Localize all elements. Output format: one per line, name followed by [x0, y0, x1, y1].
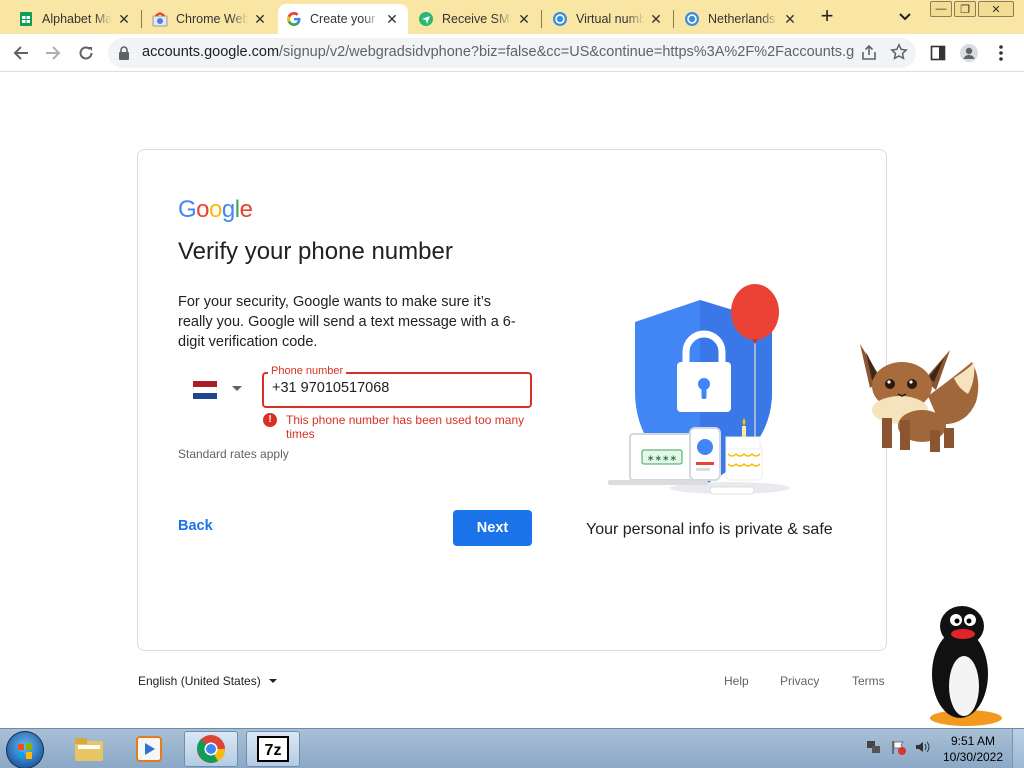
tab-virtual-number[interactable]: Virtual numb ✕	[544, 4, 672, 34]
back-arrow-icon[interactable]	[10, 42, 32, 64]
tab-title: Netherlands	[708, 12, 776, 26]
tab-title: Receive SMS	[442, 12, 512, 26]
tab-separator	[141, 10, 142, 28]
browser-toolbar: accounts.google.com/signup/v2/webgradsid…	[0, 34, 1024, 72]
chat-bubble-icon	[552, 11, 568, 27]
chevron-down-icon	[268, 679, 277, 683]
chat-bubble-icon	[684, 11, 700, 27]
pingu-sticker	[930, 606, 1002, 726]
country-dropdown-caret-icon[interactable]	[232, 386, 242, 391]
logo-letter: g	[221, 196, 235, 223]
taskbar-clock[interactable]: 9:51 AM 10/30/2022	[940, 733, 1006, 765]
close-icon[interactable]: ✕	[252, 11, 268, 28]
window-controls: — ❐ ✕	[928, 1, 1014, 17]
7zip-logo-text: 7z	[265, 742, 282, 759]
system-tray	[866, 739, 930, 760]
phone-number-field[interactable]	[262, 372, 532, 408]
volume-icon[interactable]	[914, 739, 930, 760]
logo-letter: e	[239, 196, 253, 223]
url-host: accounts.google.com	[142, 44, 280, 60]
star-icon[interactable]	[890, 43, 908, 66]
restore-button[interactable]: ❐	[954, 1, 976, 17]
terms-link[interactable]: Terms	[852, 674, 885, 688]
error-text: This phone number has been used too many…	[286, 413, 525, 441]
profile-icon[interactable]	[958, 42, 980, 64]
media-player-icon[interactable]	[122, 731, 176, 767]
privacy-caption: Your personal info is private & safe	[586, 521, 833, 538]
close-window-button[interactable]: ✕	[978, 1, 1014, 17]
google-g-icon	[286, 11, 302, 27]
back-button[interactable]: Back	[172, 514, 219, 538]
next-button[interactable]: Next	[453, 510, 532, 546]
file-explorer-icon[interactable]	[62, 731, 116, 767]
tab-title: Chrome Web	[176, 12, 248, 26]
tab-separator	[541, 10, 542, 28]
share-icon[interactable]	[860, 44, 878, 67]
clock-time: 9:51 AM	[950, 734, 996, 748]
logo-letter: o	[196, 196, 210, 223]
sheets-icon	[18, 11, 34, 27]
phone-number-label: Phone number	[268, 365, 347, 377]
forward-arrow-icon[interactable]	[42, 42, 64, 64]
language-label: English (United States)	[138, 674, 261, 688]
close-icon[interactable]: ✕	[384, 11, 400, 28]
close-icon[interactable]: ✕	[516, 11, 532, 28]
tab-title: Create your	[310, 12, 376, 26]
logo-letter: G	[178, 196, 197, 223]
address-bar[interactable]: accounts.google.com/signup/v2/webgradsid…	[108, 38, 916, 68]
minimize-button[interactable]: —	[930, 1, 952, 17]
privacy-link[interactable]: Privacy	[780, 674, 819, 688]
page-description: For your security, Google wants to make …	[178, 294, 516, 350]
7zip-icon[interactable]: 7z	[246, 731, 300, 767]
page-title: Verify your phone number	[178, 238, 453, 265]
close-icon[interactable]: ✕	[116, 11, 132, 28]
close-icon[interactable]: ✕	[648, 11, 664, 28]
tab-alphabet[interactable]: Alphabet Ma ✕	[10, 4, 140, 34]
help-link[interactable]: Help	[724, 674, 749, 688]
rates-note: Standard rates apply	[178, 447, 289, 461]
tab-netherlands[interactable]: Netherlands ✕	[676, 4, 806, 34]
start-button[interactable]	[6, 731, 44, 768]
chrome-web-store-icon	[152, 11, 168, 27]
clock-date: 10/30/2022	[942, 750, 1004, 764]
reload-icon[interactable]	[75, 42, 97, 64]
sms-icon	[418, 11, 434, 27]
eevee-sticker	[860, 344, 979, 452]
network-icon[interactable]	[866, 739, 882, 760]
tab-title: Virtual numb	[576, 12, 644, 26]
more-menu-icon[interactable]	[990, 42, 1012, 64]
flag-alert-icon[interactable]	[890, 739, 906, 760]
logo-letter: o	[209, 196, 222, 223]
password-dots: ∗∗∗∗	[647, 454, 677, 464]
google-logo: Google	[178, 196, 253, 224]
tab-separator	[673, 10, 674, 28]
tab-chrome-web-store[interactable]: Chrome Web ✕	[144, 4, 276, 34]
chevron-down-icon[interactable]	[896, 8, 914, 26]
lock-icon[interactable]	[118, 46, 130, 65]
show-desktop-button[interactable]	[1012, 729, 1024, 768]
security-shield-illustration: ∗∗∗∗	[608, 284, 790, 495]
error-message: ! This phone number has been used too ma…	[263, 413, 535, 441]
chrome-taskbar-icon[interactable]	[184, 731, 238, 767]
country-flag-icon[interactable]	[193, 381, 217, 399]
side-panel-icon[interactable]	[927, 42, 949, 64]
close-icon[interactable]: ✕	[782, 11, 798, 28]
phone-number-input[interactable]	[272, 380, 522, 396]
new-tab-button[interactable]: +	[816, 5, 838, 28]
windows-taskbar: 7z 9:51 AM 10/30/2022	[0, 728, 1024, 768]
language-selector[interactable]: English (United States)	[138, 674, 277, 688]
tab-title: Alphabet Ma	[42, 12, 112, 26]
tab-create-account[interactable]: Create your ✕	[278, 4, 408, 34]
tab-receive-sms[interactable]: Receive SMS ✕	[410, 4, 540, 34]
tab-strip: Alphabet Ma ✕ Chrome Web ✕ Create your ✕…	[0, 0, 1024, 34]
url-path: /signup/v2/webgradsidvphone?biz=false&cc…	[279, 44, 854, 60]
url-text[interactable]: accounts.google.com/signup/v2/webgradsid…	[142, 44, 854, 60]
error-icon: !	[263, 413, 277, 427]
